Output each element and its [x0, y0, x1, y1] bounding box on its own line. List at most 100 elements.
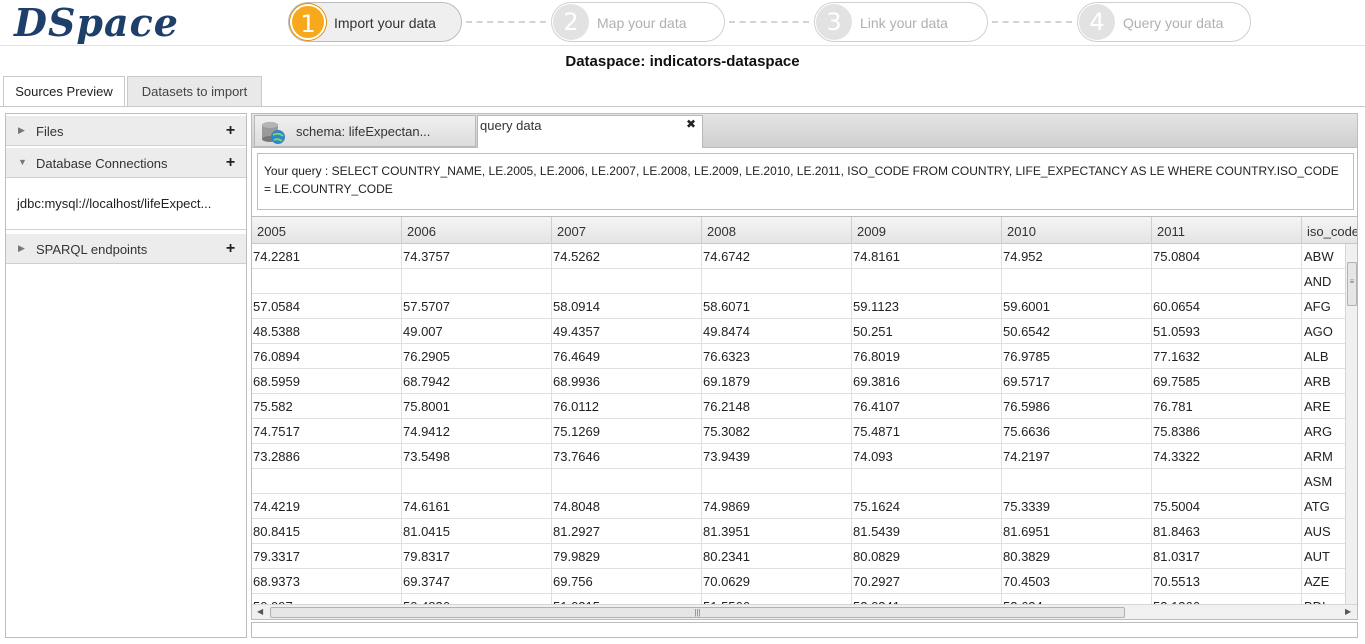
table-cell: 68.9373	[252, 569, 402, 594]
table-cell: 81.0415	[402, 519, 552, 544]
table-row[interactable]: 80.8415 81.0415 81.2927 81.3951 81.5439 81.69…	[252, 519, 1345, 544]
table-cell: 51.0315	[552, 594, 702, 604]
table-cell: 81.5439	[852, 519, 1002, 544]
table-row[interactable]: 76.0894 76.2905 76.4649 76.6323 76.8019 76.97…	[252, 344, 1345, 369]
table-cell: 52.624	[1002, 594, 1152, 604]
table-cell: 74.3322	[1152, 444, 1302, 469]
table-cell: ALB	[1304, 349, 1329, 364]
table-cell: 77.1632	[1152, 344, 1302, 369]
column-header[interactable]: 2011	[1152, 217, 1302, 244]
table-row[interactable]: 74.4219 74.6161 74.8048 74.9869 75.1624 75.33…	[252, 494, 1345, 519]
table-cell: 68.5959	[252, 369, 402, 394]
column-header[interactable]: 2008	[702, 217, 852, 244]
accordion-files-label: Files	[36, 124, 64, 139]
table-row[interactable]: 57.0584 57.5707 58.0914 58.6071 59.1123 59.60…	[252, 294, 1345, 319]
tab-schema[interactable]: schema: lifeExpectan...	[254, 115, 476, 147]
table-cell: 75.8001	[402, 394, 552, 419]
table-row[interactable]: 68.9373 69.3747 69.756 70.0629 70.2927 70.450…	[252, 569, 1345, 594]
table-cell: ATG	[1304, 499, 1330, 514]
accordion-database-connections[interactable]: ▼ Database Connections +	[6, 148, 246, 178]
step-link-data[interactable]: 3 Link your data	[814, 2, 988, 42]
table-cell	[1002, 469, 1152, 494]
table-cell: 68.9936	[552, 369, 702, 394]
table-row[interactable]: 48.5388 49.007 49.4357 49.8474 50.251 50.6542…	[252, 319, 1345, 344]
step-map-data[interactable]: 2 Map your data	[551, 2, 725, 42]
add-connection-icon[interactable]: +	[223, 155, 238, 171]
close-icon[interactable]: ✖	[686, 117, 696, 131]
step-number: 2	[553, 4, 589, 40]
tab-sources-preview[interactable]: Sources Preview	[3, 76, 125, 107]
tab-datasets-to-import[interactable]: Datasets to import	[127, 76, 262, 106]
step-import-data[interactable]: 1 Import your data	[288, 2, 462, 42]
scroll-right-icon[interactable]: ▶	[1345, 607, 1351, 616]
table-row[interactable]: AND	[252, 269, 1345, 294]
tab-schema-label: schema: lifeExpectan...	[296, 124, 431, 139]
step-connector	[466, 21, 546, 23]
table-cell: 70.2927	[852, 569, 1002, 594]
accordion-database-connections-label: Database Connections	[36, 156, 168, 171]
column-header[interactable]: 2010	[1002, 217, 1152, 244]
step-query-data[interactable]: 4 Query your data	[1077, 2, 1251, 42]
column-header[interactable]: 2009	[852, 217, 1002, 244]
table-cell	[1002, 269, 1152, 294]
table-cell: 68.7942	[402, 369, 552, 394]
column-header[interactable]: 2007	[552, 217, 702, 244]
table-row[interactable]: 74.2281 74.3757 74.5262 74.6742 74.8161 74.95…	[252, 244, 1345, 269]
scroll-left-icon[interactable]: ◀	[257, 607, 263, 616]
scroll-thumb[interactable]: ≡	[1347, 262, 1357, 306]
table-row[interactable]: 68.5959 68.7942 68.9936 69.1879 69.3816 69.57…	[252, 369, 1345, 394]
add-file-icon[interactable]: +	[223, 123, 238, 139]
table-cell: 81.2927	[552, 519, 702, 544]
dataspace-title: Dataspace: indicators-dataspace	[565, 53, 800, 70]
table-row[interactable]: 73.2886 73.5498 73.7646 73.9439 74.093 74.219…	[252, 444, 1345, 469]
table-cell: AND	[1304, 274, 1332, 289]
table-row[interactable]: 75.582 75.8001 76.0112 76.2148 76.4107 76.598…	[252, 394, 1345, 419]
table-cell: 74.2197	[1002, 444, 1152, 469]
add-endpoint-icon[interactable]: +	[223, 241, 238, 257]
table-cell	[1152, 469, 1302, 494]
table-cell: 69.7585	[1152, 369, 1302, 394]
expand-arrow-icon: ▶	[18, 125, 25, 135]
accordion-files[interactable]: ▶ Files +	[6, 116, 246, 146]
horizontal-scrollbar[interactable]: ◀ ||| ▶	[252, 604, 1357, 619]
query-text: Your query : SELECT COUNTRY_NAME, LE.200…	[257, 153, 1354, 210]
table-cell: 69.3816	[852, 369, 1002, 394]
step-label: Map your data	[597, 15, 687, 31]
table-cell: 76.0112	[552, 394, 702, 419]
column-header[interactable]: iso_code	[1302, 217, 1357, 244]
table-cell: 76.8019	[852, 344, 1002, 369]
database-connection-item[interactable]: jdbc:mysql://localhost/lifeExpect...	[17, 196, 211, 211]
table-cell: 74.8048	[552, 494, 702, 519]
table-cell: 73.2886	[252, 444, 402, 469]
accordion-sparql-endpoints[interactable]: ▶ SPARQL endpoints +	[6, 234, 246, 264]
table-row[interactable]: 50.99750.483651.031551.556652.034152.624…	[252, 594, 1345, 604]
scroll-thumb[interactable]: |||	[270, 607, 1125, 618]
table-cell: ARE	[1304, 399, 1331, 414]
step-label: Link your data	[860, 15, 948, 31]
table-cell: 70.4503	[1002, 569, 1152, 594]
table-cell: 79.8317	[402, 544, 552, 569]
table-cell: 50.4836	[402, 594, 552, 604]
table-cell: 75.1269	[552, 419, 702, 444]
table-cell	[552, 269, 702, 294]
tab-query-data[interactable]: query data ✖	[477, 115, 703, 149]
table-cell: 74.2281	[252, 244, 402, 269]
table-cell: 73.5498	[402, 444, 552, 469]
table-cell: 75.582	[252, 394, 402, 419]
vertical-scrollbar[interactable]: ≡	[1345, 244, 1357, 604]
column-header[interactable]: 2006	[402, 217, 552, 244]
table-cell	[402, 269, 552, 294]
column-header[interactable]: 2005	[252, 217, 402, 244]
app-logo[interactable]: DSpace	[14, 0, 179, 45]
table-cell: 75.0804	[1152, 244, 1302, 269]
table-row[interactable]: 74.7517 74.9412 75.1269 75.3082 75.4871 75.66…	[252, 419, 1345, 444]
table-cell: AFG	[1304, 299, 1331, 314]
table-cell: 76.4107	[852, 394, 1002, 419]
table-cell: ABW	[1304, 249, 1334, 264]
table-row[interactable]: ASM	[252, 469, 1345, 494]
table-cell: 76.0894	[252, 344, 402, 369]
table-cell	[402, 469, 552, 494]
table-row[interactable]: 79.3317 79.8317 79.9829 80.2341 80.0829 80.38…	[252, 544, 1345, 569]
table-cell: 75.1624	[852, 494, 1002, 519]
table-cell: BDI	[1302, 594, 1345, 604]
